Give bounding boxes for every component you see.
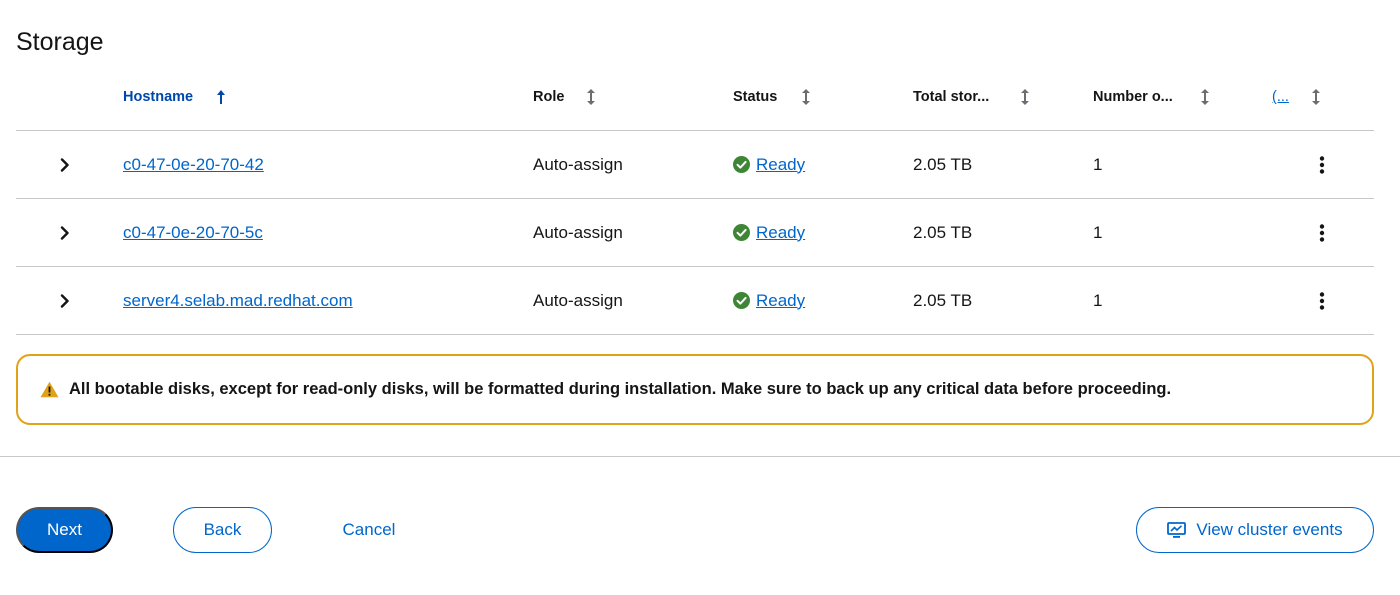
sort-updown-icon[interactable] (1200, 64, 1210, 130)
header-hostname[interactable]: Hostname (123, 64, 193, 130)
hostname-link[interactable]: c0-47-0e-20-70-42 (123, 155, 264, 175)
kebab-icon[interactable] (1314, 131, 1330, 198)
status-link[interactable]: Ready (756, 291, 805, 311)
back-button[interactable]: Back (173, 507, 272, 553)
warning-alert: All bootable disks, except for read-only… (16, 354, 1374, 425)
view-cluster-events-button[interactable]: View cluster events (1136, 507, 1374, 553)
header-role[interactable]: Role (533, 64, 564, 130)
sort-updown-icon[interactable] (586, 64, 596, 130)
kebab-icon[interactable] (1314, 199, 1330, 266)
arrow-up-icon[interactable] (216, 64, 226, 130)
number-cell: 1 (1093, 290, 1103, 310)
status-link[interactable]: Ready (756, 155, 805, 175)
role-cell: Auto-assign (533, 154, 623, 174)
monitor-chart-icon (1167, 521, 1187, 538)
header-number-of[interactable]: Number o... (1093, 64, 1173, 130)
total-storage-cell: 2.05 TB (913, 154, 973, 174)
check-circle-icon (733, 224, 750, 241)
total-storage-cell: 2.05 TB (913, 290, 973, 310)
chevron-right-icon[interactable] (60, 199, 70, 266)
cancel-button[interactable]: Cancel (330, 507, 408, 553)
check-circle-icon (733, 156, 750, 173)
number-cell: 1 (1093, 154, 1103, 174)
number-cell: 1 (1093, 222, 1103, 242)
chevron-right-icon[interactable] (60, 131, 70, 198)
hostname-link[interactable]: server4.selab.mad.redhat.com (123, 291, 353, 311)
header-total-storage[interactable]: Total stor... (913, 64, 989, 130)
table-row: server4.selab.mad.redhat.com Auto-assign… (16, 267, 1374, 335)
kebab-icon[interactable] (1314, 267, 1330, 334)
next-button[interactable]: Next (16, 507, 113, 553)
sort-updown-icon[interactable] (1311, 64, 1321, 130)
header-extra[interactable]: (... (1272, 64, 1289, 130)
sort-updown-icon[interactable] (1020, 64, 1030, 130)
warning-triangle-icon (40, 381, 59, 398)
alert-message: All bootable disks, except for read-only… (69, 380, 1172, 398)
role-cell: Auto-assign (533, 290, 623, 310)
view-cluster-events-label: View cluster events (1196, 520, 1343, 539)
table-header-row: Hostname Role Status Total stor... Numbe… (16, 64, 1374, 131)
status-link[interactable]: Ready (756, 223, 805, 243)
footer-divider (0, 456, 1400, 457)
hostname-link[interactable]: c0-47-0e-20-70-5c (123, 223, 263, 243)
table-row: c0-47-0e-20-70-42 Auto-assign Ready 2.05… (16, 131, 1374, 199)
chevron-right-icon[interactable] (60, 267, 70, 334)
role-cell: Auto-assign (533, 222, 623, 242)
sort-updown-icon[interactable] (801, 64, 811, 130)
page-title: Storage (16, 28, 104, 56)
table-row: c0-47-0e-20-70-5c Auto-assign Ready 2.05… (16, 199, 1374, 267)
storage-table: Hostname Role Status Total stor... Numbe… (16, 64, 1374, 335)
total-storage-cell: 2.05 TB (913, 222, 973, 242)
check-circle-icon (733, 292, 750, 309)
header-status[interactable]: Status (733, 64, 777, 130)
